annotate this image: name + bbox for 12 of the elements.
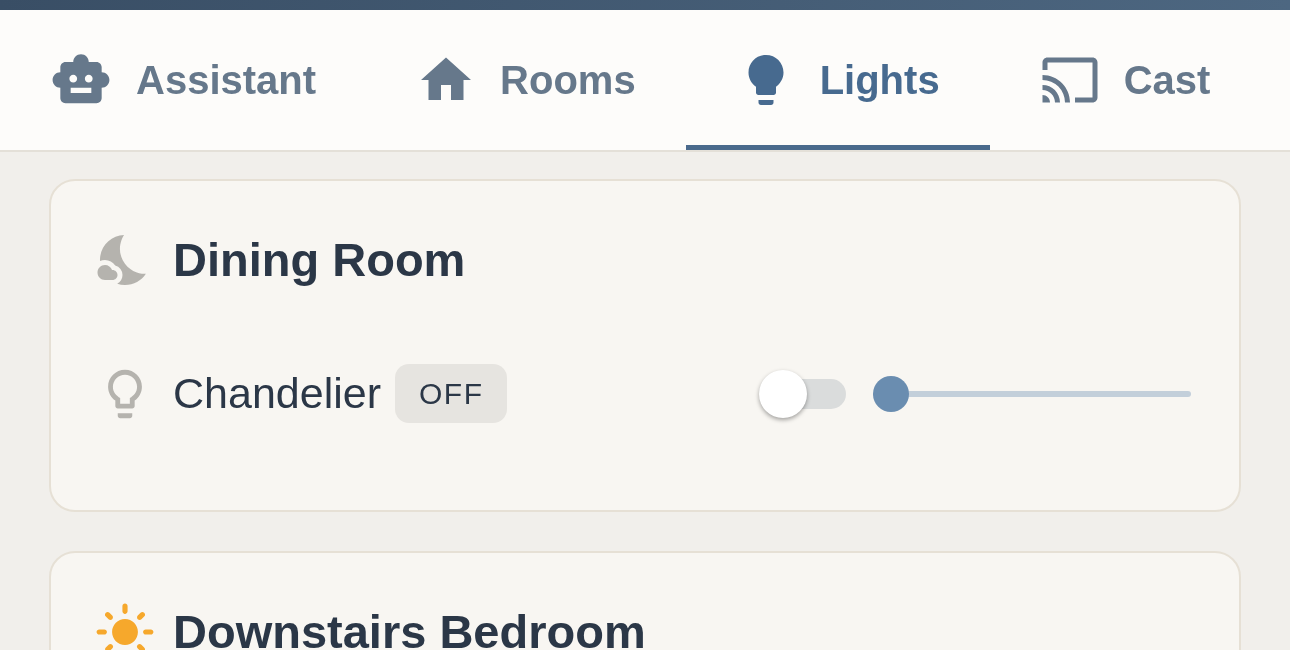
room-title: Dining Room	[173, 233, 466, 288]
tab[interactable]: Cast	[989, 10, 1261, 150]
sun-icon	[94, 601, 156, 650]
toggle-switch[interactable]	[759, 369, 846, 418]
tab[interactable]: Rooms	[366, 10, 686, 150]
tab[interactable]: Lights	[685, 10, 990, 150]
brightness-slider[interactable]	[873, 375, 1191, 412]
room-title: Downstairs Bedroom	[173, 605, 646, 650]
light-name: Chandelier	[173, 369, 381, 418]
tab[interactable]: Assistant	[0, 10, 367, 150]
status-badge: OFF	[394, 364, 508, 423]
slider-thumb[interactable]	[873, 375, 909, 412]
